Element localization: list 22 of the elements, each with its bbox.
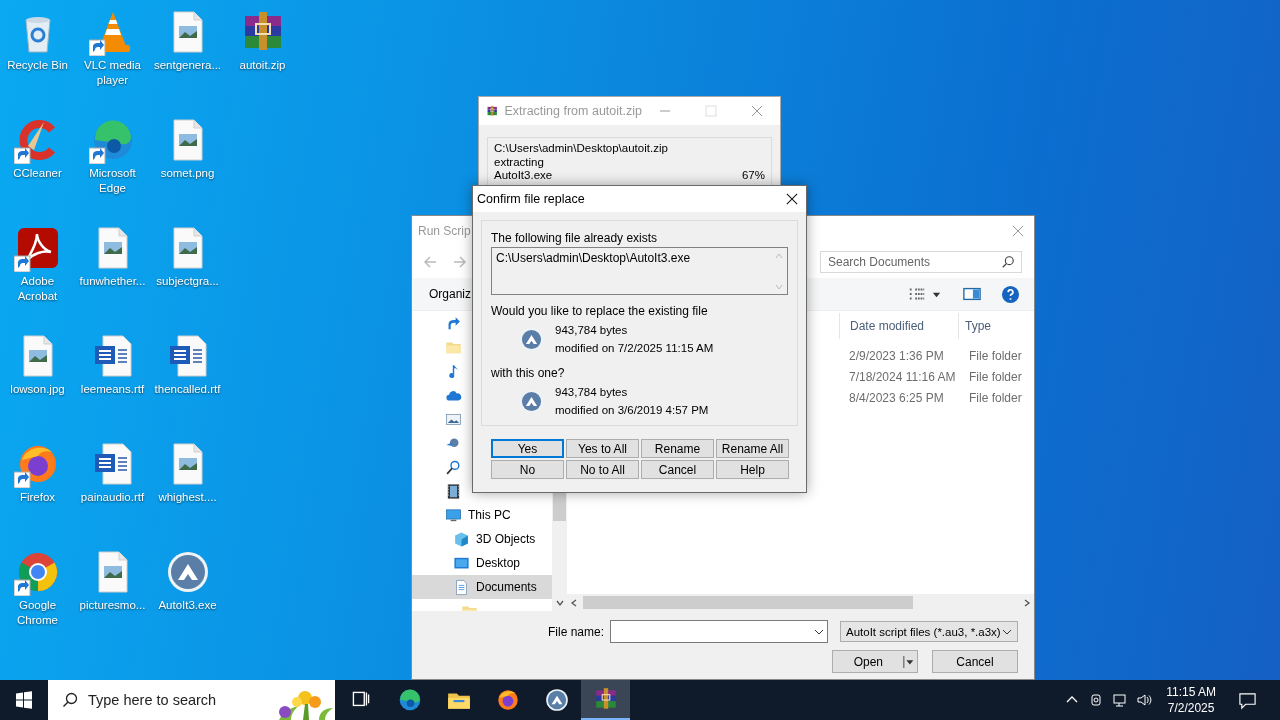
dialog-title: Confirm file replace	[477, 192, 585, 206]
path-text-box: C:\Users\admin\Desktop\AutoIt3.exe	[491, 247, 788, 295]
file-size: 943,784 bytes	[555, 323, 629, 338]
table-cell: File folder	[969, 348, 1022, 363]
window-title: Extracting from autoit.zip	[504, 104, 642, 118]
table-cell: File folder	[969, 369, 1022, 384]
window-title: Run Scrip	[418, 224, 471, 238]
progress-percent: 67%	[741, 169, 765, 183]
file-date: modified on 7/2/2025 11:15 AM	[555, 341, 714, 356]
message-text: The following file already exists	[491, 231, 659, 245]
table-cell-text: 7/18/2024 11:16 AM	[849, 369, 957, 384]
file-name: AutoIt3.exe	[494, 169, 553, 183]
file-date: modified on 3/6/2019 4:57 PM	[555, 403, 709, 418]
table-cell: File folder	[969, 390, 1022, 405]
status-text: extracting	[494, 155, 545, 169]
message-text: with this one?	[491, 366, 566, 380]
message-text: Would you like to replace the existing file	[491, 304, 709, 318]
file-size: 943,784 bytes	[555, 385, 629, 400]
table-cell-text: 2/9/2023 1:36 PM	[849, 348, 945, 363]
archive-path: C:\Users\admin\Desktop\autoit.zip	[494, 142, 669, 156]
table-cell-text: 8/4/2023 6:25 PM	[849, 390, 945, 405]
field-label: File name:	[547, 624, 604, 639]
